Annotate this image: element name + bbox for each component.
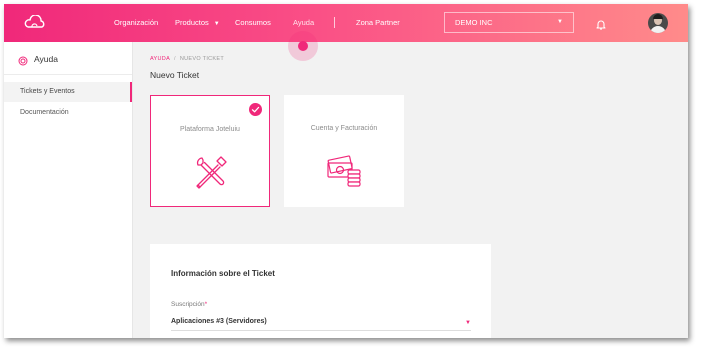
chevron-down-icon: ▼: [557, 19, 563, 25]
top-navbar: Organización Productos ▼ Consumos Ayuda Z…: [4, 4, 688, 42]
subscription-label: Suscripción*: [171, 301, 208, 308]
category-card-plataforma[interactable]: Plataforma Joteluiu: [150, 95, 270, 207]
app-window: Organización Productos ▼ Consumos Ayuda Z…: [4, 4, 688, 338]
card-label: Cuenta y Facturación: [310, 125, 378, 132]
nav-zona-partner[interactable]: Zona Partner: [356, 4, 400, 42]
company-selector[interactable]: DEMO INC ▼: [444, 12, 574, 33]
click-indicator-dot: [298, 41, 308, 51]
nav-organizacion[interactable]: Organización: [114, 4, 158, 42]
sidebar-title: Ayuda: [34, 54, 58, 64]
breadcrumb-ayuda[interactable]: AYUDA: [150, 56, 170, 62]
category-card-cuenta-facturacion[interactable]: Cuenta y Facturación: [284, 95, 404, 207]
sidebar-item-tickets-eventos[interactable]: Tickets y Eventos: [4, 82, 132, 102]
form-heading: Información sobre el Ticket: [171, 269, 275, 278]
check-icon: [249, 103, 262, 116]
card-label: Plataforma Joteluiu: [180, 126, 240, 133]
bell-icon[interactable]: [596, 17, 606, 35]
sidebar-item-documentacion[interactable]: Documentación: [4, 103, 132, 123]
subscription-select[interactable]: Aplicaciones #3 (Servidores) ▼: [171, 314, 471, 331]
nav-divider: [334, 17, 335, 28]
chevron-down-icon: ▼: [465, 320, 471, 326]
avatar[interactable]: [648, 13, 668, 33]
nav-consumos[interactable]: Consumos: [235, 4, 271, 42]
chevron-down-icon: ▼: [213, 21, 220, 27]
breadcrumb: AYUDA / NUEVO TICKET: [150, 56, 225, 62]
nav-productos[interactable]: Productos ▼: [175, 4, 220, 42]
money-icon: [326, 153, 362, 192]
tools-icon: [193, 154, 229, 195]
cloud-logo-icon[interactable]: [24, 14, 46, 34]
sidebar: Ayuda Tickets y Eventos Documentación: [4, 42, 133, 338]
page-title: Nuevo Ticket: [150, 70, 200, 80]
ticket-info-form: Información sobre el Ticket Suscripción*…: [150, 244, 491, 338]
help-circle-icon: [18, 53, 28, 71]
sidebar-header: Ayuda: [4, 42, 132, 75]
breadcrumb-nuevo-ticket: NUEVO TICKET: [179, 56, 225, 62]
